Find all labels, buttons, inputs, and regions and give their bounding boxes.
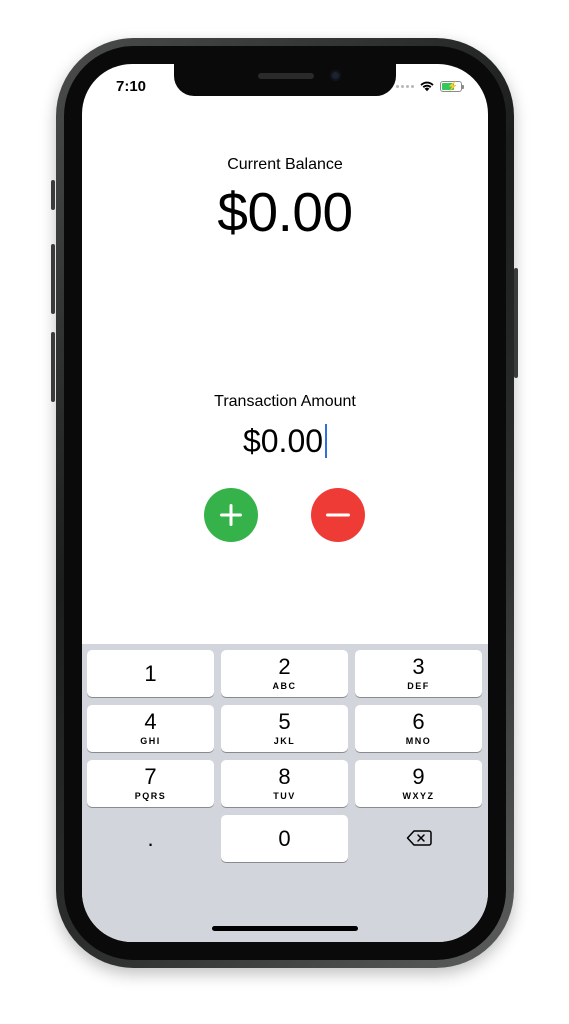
power-button [514,268,518,378]
key-digit: 4 [144,709,157,734]
key-digit: 2 [278,654,291,679]
status-icons: ⚡ [396,78,464,94]
key-digit: 7 [144,764,157,789]
key-0[interactable]: 0 [221,815,348,862]
wifi-icon [420,81,434,92]
speaker-grille [258,73,314,79]
key-digit: 5 [278,709,291,734]
balance-value: $0.00 [217,181,353,243]
key-letters: WXYZ [402,791,435,801]
volume-down-button [51,332,55,402]
subtract-transaction-button[interactable] [311,488,365,542]
volume-up-button [51,244,55,314]
balance-label: Current Balance [227,156,343,173]
key-digit: 6 [412,709,425,734]
transaction-amount-field[interactable]: $0.00 [82,423,488,460]
key-letters: ABC [272,681,297,691]
key-letters: MNO [405,736,432,746]
key-9[interactable]: 9 WXYZ [355,760,482,807]
key-4[interactable]: 4 GHI [87,705,214,752]
key-digit: . [147,826,154,851]
key-digit: 8 [278,764,291,789]
key-digit: 1 [144,661,157,686]
key-5[interactable]: 5 JKL [221,705,348,752]
key-digit: 9 [412,764,425,789]
numeric-keypad: 1 2 ABC 3 DEF 4 GHI 5 JKL 6 MNO 7 PQRS 8… [82,644,488,942]
key-letters: PQRS [134,791,167,801]
key-3[interactable]: 3 DEF [355,650,482,697]
key-backspace[interactable] [355,815,482,862]
key-7[interactable]: 7 PQRS [87,760,214,807]
key-8[interactable]: 8 TUV [221,760,348,807]
cellular-signal-icon [396,84,414,88]
minus-icon [326,513,350,517]
transaction-label: Transaction Amount [214,393,356,410]
key-digit: 0 [278,826,291,851]
front-camera [330,70,341,81]
charging-bolt-icon: ⚡ [447,80,459,91]
mute-switch [51,180,55,210]
plus-icon [220,504,242,526]
backspace-icon [406,830,432,846]
key-2[interactable]: 2 ABC [221,650,348,697]
page: 7:10 ⚡ Current Balance $0.00 Transaction… [0,0,569,1024]
key-6[interactable]: 6 MNO [355,705,482,752]
battery-charging-icon: ⚡ [440,80,464,92]
status-time: 7:10 [116,78,147,95]
notch [174,64,396,96]
key-decimal[interactable]: . [87,815,214,862]
add-transaction-button[interactable] [204,488,258,542]
key-letters: GHI [140,736,161,746]
text-caret [325,424,328,458]
key-1[interactable]: 1 [87,650,214,697]
key-digit: 3 [412,654,425,679]
home-indicator[interactable] [212,926,358,931]
screen: 7:10 ⚡ Current Balance $0.00 Transaction… [82,64,488,942]
key-letters: DEF [407,681,430,691]
key-letters: JKL [273,736,296,746]
key-letters: TUV [273,791,296,801]
transaction-amount-value: $0.00 [242,423,324,459]
